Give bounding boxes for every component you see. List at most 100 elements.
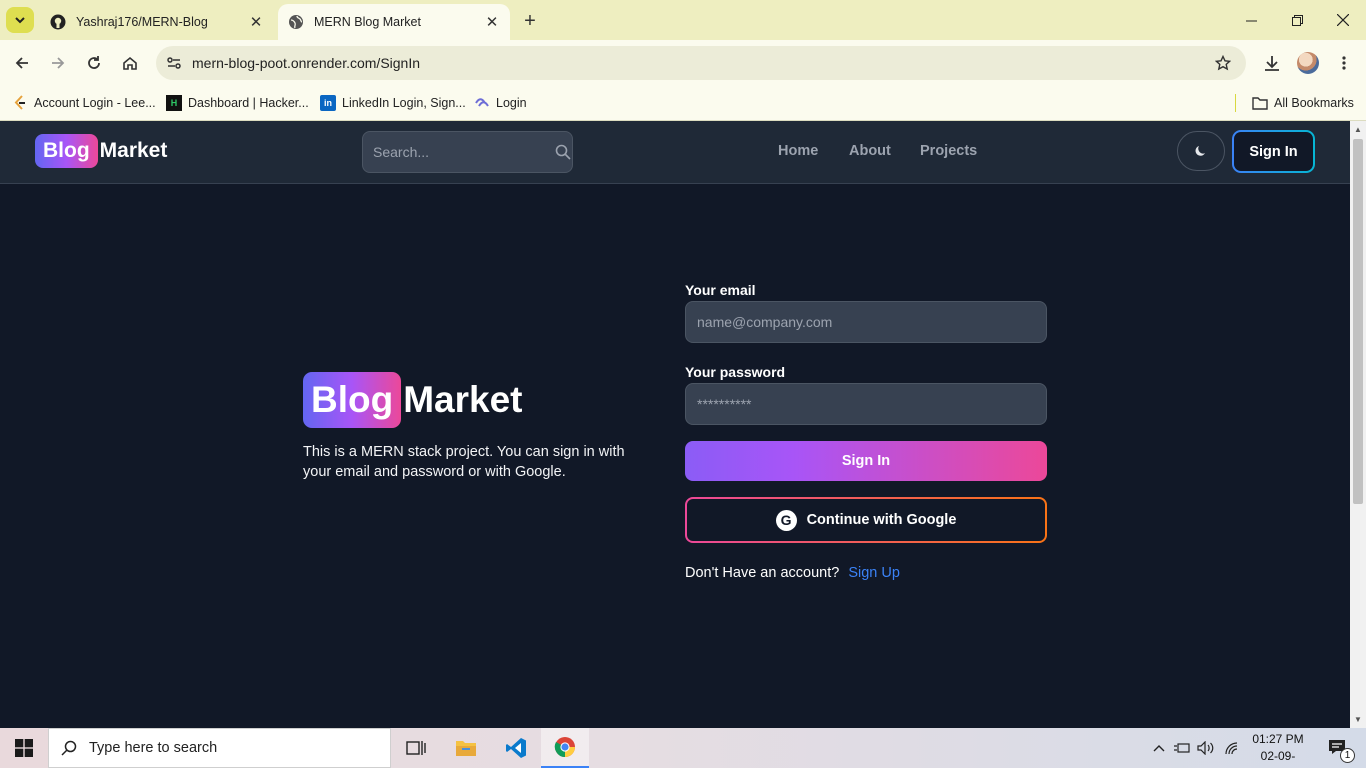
notification-count-badge: 1 bbox=[1340, 748, 1355, 763]
clock-time: 01:27 PM bbox=[1252, 732, 1304, 746]
volume-tray[interactable] bbox=[1196, 728, 1216, 768]
all-bookmarks-button[interactable]: All Bookmarks bbox=[1252, 92, 1354, 114]
bookmark-login[interactable]: Login bbox=[474, 92, 527, 114]
search-icon[interactable] bbox=[554, 144, 572, 160]
vscode-icon bbox=[506, 738, 526, 758]
battery-plug-icon bbox=[1174, 743, 1190, 753]
signup-link[interactable]: Sign Up bbox=[848, 565, 900, 581]
theme-toggle-button[interactable] bbox=[1177, 131, 1225, 171]
hero-logo-badge: Blog bbox=[303, 372, 402, 428]
scroll-down-icon[interactable]: ▼ bbox=[1354, 715, 1362, 724]
browser-tabstrip: Yashraj176/MERN-Blog ✕ MERN Blog Market … bbox=[0, 0, 1366, 40]
google-icon: G bbox=[775, 509, 797, 531]
bookmark-label: Dashboard | Hacker... bbox=[188, 96, 309, 110]
hackerrank-icon: H bbox=[166, 95, 182, 111]
battery-tray[interactable] bbox=[1172, 728, 1192, 768]
nav-link-home[interactable]: Home bbox=[778, 143, 818, 159]
bookmarks-bar: Account Login - Lee... H Dashboard | Hac… bbox=[0, 86, 1366, 121]
taskbar-search-placeholder: Type here to search bbox=[89, 740, 218, 756]
nav-link-projects[interactable]: Projects bbox=[920, 143, 977, 159]
bookmark-star-icon[interactable] bbox=[1210, 55, 1236, 71]
moon-icon bbox=[1195, 146, 1205, 156]
arrow-left-icon bbox=[15, 57, 28, 69]
window-close-button[interactable] bbox=[1320, 0, 1366, 40]
bookmark-leetcode[interactable]: Account Login - Lee... bbox=[12, 92, 156, 114]
google-signin-button[interactable]: G Continue with Google bbox=[685, 497, 1047, 543]
signup-row: Don't Have an account? Sign Up bbox=[685, 565, 900, 581]
address-bar[interactable]: mern-blog-poot.onrender.com/SignIn bbox=[156, 46, 1246, 80]
logo-word: Market bbox=[99, 139, 168, 162]
network-tray[interactable] bbox=[1222, 728, 1242, 768]
tab-title: MERN Blog Market bbox=[314, 15, 421, 29]
signin-submit-button[interactable]: Sign In bbox=[685, 441, 1047, 481]
start-button[interactable] bbox=[0, 728, 48, 768]
chrome-icon bbox=[554, 737, 575, 758]
hero-description: This is a MERN stack project. You can si… bbox=[303, 444, 625, 480]
home-button[interactable] bbox=[116, 49, 144, 77]
url-text: mern-blog-poot.onrender.com/SignIn bbox=[192, 55, 421, 71]
windows-taskbar: Type here to search 01:27 PM 02-09-2024 … bbox=[0, 728, 1366, 768]
restore-button[interactable] bbox=[1274, 0, 1320, 40]
close-icon[interactable]: ✕ bbox=[248, 14, 264, 31]
web-page: Blog Market Home About Projects Sign In … bbox=[0, 121, 1350, 728]
chevron-down-icon bbox=[15, 17, 25, 24]
file-explorer-button[interactable] bbox=[442, 728, 490, 768]
linkedin-icon: in bbox=[320, 95, 336, 111]
password-field[interactable] bbox=[685, 383, 1047, 425]
all-bookmarks-label: All Bookmarks bbox=[1274, 96, 1354, 110]
reload-button[interactable] bbox=[80, 49, 108, 77]
back-button[interactable] bbox=[8, 49, 36, 77]
bookmark-label: LinkedIn Login, Sign... bbox=[342, 96, 466, 110]
page-scrollbar[interactable]: ▲ ▼ bbox=[1350, 121, 1366, 728]
task-view-icon bbox=[406, 741, 426, 755]
site-logo[interactable]: Blog Market bbox=[35, 134, 167, 168]
site-settings-icon[interactable] bbox=[164, 55, 184, 71]
close-icon[interactable]: ✕ bbox=[484, 14, 500, 31]
nav-link-about[interactable]: About bbox=[849, 143, 891, 159]
profile-button[interactable] bbox=[1294, 49, 1322, 77]
kebab-menu-icon bbox=[1342, 56, 1346, 70]
taskbar-search[interactable]: Type here to search bbox=[48, 728, 391, 768]
windows-icon bbox=[15, 739, 33, 757]
chrome-button[interactable] bbox=[541, 728, 589, 768]
bookmark-hackerrank[interactable]: H Dashboard | Hacker... bbox=[166, 92, 309, 114]
login-icon bbox=[474, 95, 490, 111]
navbar-signin-button[interactable]: Sign In bbox=[1232, 130, 1315, 173]
download-icon bbox=[1265, 56, 1279, 71]
clock-date: 02-09-2024 bbox=[1260, 749, 1296, 768]
taskbar-clock[interactable]: 01:27 PM 02-09-2024 bbox=[1248, 731, 1308, 768]
email-label: Your email bbox=[685, 282, 756, 298]
downloads-button[interactable] bbox=[1258, 49, 1286, 77]
show-hidden-icons[interactable] bbox=[1150, 728, 1168, 768]
bookmark-divider bbox=[1235, 94, 1236, 112]
folder-icon bbox=[1252, 95, 1268, 111]
search-input[interactable] bbox=[363, 144, 554, 160]
bookmark-label: Login bbox=[496, 96, 527, 110]
vscode-button[interactable] bbox=[492, 728, 540, 768]
reload-icon bbox=[88, 56, 100, 69]
notifications-button[interactable]: 1 bbox=[1318, 728, 1358, 768]
browser-tab-github[interactable]: Yashraj176/MERN-Blog ✕ bbox=[40, 4, 274, 40]
search-icon bbox=[49, 740, 89, 756]
avatar bbox=[1297, 52, 1319, 74]
speaker-icon bbox=[1197, 741, 1214, 755]
network-icon bbox=[1225, 742, 1238, 755]
browser-tab-blog[interactable]: MERN Blog Market ✕ bbox=[278, 4, 510, 40]
chevron-up-icon bbox=[1153, 745, 1165, 752]
folder-icon bbox=[456, 741, 476, 756]
browser-menu-button[interactable] bbox=[1330, 49, 1358, 77]
tab-search-button[interactable] bbox=[6, 7, 34, 33]
bookmark-label: Account Login - Lee... bbox=[34, 96, 156, 110]
new-tab-button[interactable]: + bbox=[518, 9, 542, 33]
scroll-up-icon[interactable]: ▲ bbox=[1354, 125, 1362, 134]
password-label: Your password bbox=[685, 364, 786, 380]
bookmark-linkedin[interactable]: in LinkedIn Login, Sign... bbox=[320, 92, 466, 114]
minimize-button[interactable] bbox=[1228, 0, 1274, 40]
site-search bbox=[362, 131, 573, 173]
site-navbar: Blog Market Home About Projects Sign In bbox=[0, 121, 1350, 184]
forward-button[interactable] bbox=[44, 49, 72, 77]
scrollbar-thumb[interactable] bbox=[1353, 139, 1363, 504]
globe-icon bbox=[288, 14, 304, 30]
task-view-button[interactable] bbox=[392, 728, 440, 768]
email-field[interactable] bbox=[685, 301, 1047, 343]
